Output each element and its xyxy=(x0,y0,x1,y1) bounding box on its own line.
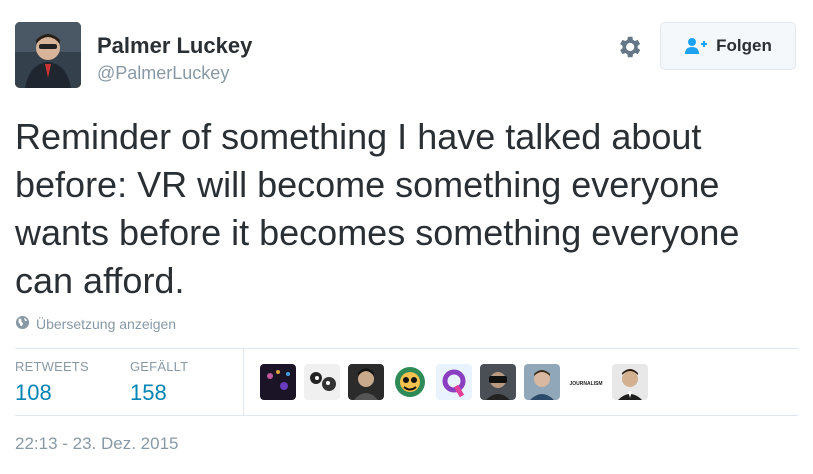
tweet-text: Reminder of something I have talked abou… xyxy=(15,116,740,301)
author-name[interactable]: Palmer Luckey xyxy=(97,33,252,59)
liker-avatar[interactable] xyxy=(612,364,648,400)
liker-avatar[interactable] xyxy=(260,364,296,400)
liker-avatar[interactable]: JOURNALISM xyxy=(568,364,604,400)
translate-link[interactable]: Übersetzung anzeigen xyxy=(15,315,176,333)
liker-avatar[interactable] xyxy=(480,364,516,400)
liker-avatars: JOURNALISM xyxy=(260,364,648,400)
follow-button-label: Folgen xyxy=(716,36,772,55)
likes-count: 158 xyxy=(130,380,167,405)
translate-label: Übersetzung anzeigen xyxy=(36,316,177,332)
liker-avatar[interactable] xyxy=(392,364,428,400)
author-handle[interactable]: @PalmerLuckey xyxy=(97,63,229,84)
retweets-count: 108 xyxy=(15,380,52,405)
tweet-timestamp[interactable]: 22:13 - 23. Dez. 2015 xyxy=(15,434,179,454)
author-avatar[interactable] xyxy=(15,22,81,88)
add-user-icon xyxy=(684,37,708,55)
liker-avatar[interactable] xyxy=(304,364,340,400)
stats-divider xyxy=(243,349,244,415)
liker-avatar[interactable] xyxy=(524,364,560,400)
globe-icon xyxy=(15,315,30,333)
gear-icon[interactable] xyxy=(615,33,643,61)
retweets-stat[interactable]: RETWEETS 108 xyxy=(15,359,89,406)
liker-avatar[interactable] xyxy=(436,364,472,400)
liker-avatar[interactable] xyxy=(348,364,384,400)
likes-label: GEFÄLLT xyxy=(130,359,189,374)
retweets-label: RETWEETS xyxy=(15,359,89,374)
follow-button[interactable]: Folgen xyxy=(660,22,796,70)
tweet-stats: RETWEETS 108 GEFÄLLT 158 JOURNALISM xyxy=(15,348,798,416)
likes-stat[interactable]: GEFÄLLT 158 xyxy=(130,359,188,406)
liker-logo-text: JOURNALISM xyxy=(569,381,602,387)
